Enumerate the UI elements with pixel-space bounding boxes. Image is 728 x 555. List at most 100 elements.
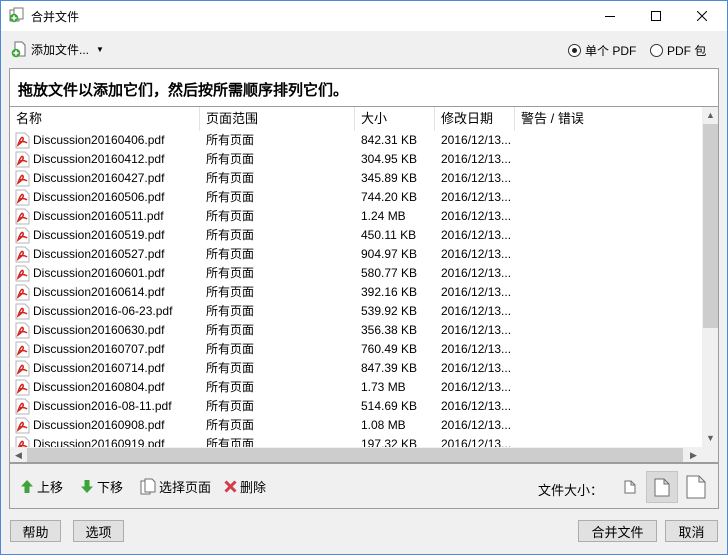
file-name: Discussion20160630.pdf: [33, 323, 165, 337]
help-button[interactable]: 帮助: [10, 520, 61, 542]
pdf-file-icon: [15, 170, 30, 187]
column-name[interactable]: 名称: [10, 107, 200, 131]
file-name: Discussion20160919.pdf: [33, 437, 165, 447]
action-bar: 上移 下移 选择页面 删除 文件大小：: [9, 463, 719, 509]
arrow-up-icon: [21, 480, 33, 493]
file-page-range: 所有页面: [206, 418, 255, 432]
move-up-label: 上移: [37, 480, 64, 495]
file-size-large-button[interactable]: [680, 471, 712, 503]
list-header: 名称 页面范围 大小 修改日期 警告 / 错误: [10, 107, 702, 131]
file-row[interactable]: Discussion20160908.pdf 所有页面 1.08 MB 2016/12…: [10, 416, 702, 435]
column-modified-date[interactable]: 修改日期: [435, 107, 515, 131]
delete-button[interactable]: 删除: [224, 477, 266, 496]
file-size: 345.89 KB: [361, 171, 418, 185]
radio-single-pdf-dot[interactable]: [568, 44, 581, 57]
move-down-button[interactable]: 下移: [80, 477, 123, 496]
move-up-button[interactable]: 上移: [20, 477, 63, 496]
file-size: 1.08 MB: [361, 418, 406, 432]
radio-pdf-package-label: PDF 包: [667, 44, 707, 58]
scroll-left-arrow-icon[interactable]: ◀: [10, 447, 27, 462]
cancel-button[interactable]: 取消: [665, 520, 718, 542]
file-size: 744.20 KB: [361, 190, 418, 204]
file-page-range: 所有页面: [206, 209, 255, 223]
select-pages-button[interactable]: 选择页面: [140, 477, 211, 496]
maximize-button[interactable]: [633, 1, 679, 31]
file-modified-date: 2016/12/13...: [441, 361, 512, 375]
file-page-range: 所有页面: [206, 323, 255, 337]
file-size-small-button[interactable]: [614, 471, 646, 503]
file-size: 847.39 KB: [361, 361, 418, 375]
file-name: Discussion20160707.pdf: [33, 342, 165, 356]
file-row[interactable]: Discussion20160511.pdf 所有页面 1.24 MB 2016/12…: [10, 207, 702, 226]
file-page-range: 所有页面: [206, 152, 255, 166]
pdf-file-icon: [15, 284, 30, 301]
delete-label: 删除: [240, 480, 267, 495]
column-warnings-errors[interactable]: 警告 / 错误: [515, 107, 702, 131]
file-row[interactable]: Discussion20160630.pdf 所有页面 356.38 KB 2016/…: [10, 321, 702, 340]
file-size: 580.77 KB: [361, 266, 418, 280]
file-size-medium-button[interactable]: [646, 471, 678, 503]
file-size: 904.97 KB: [361, 247, 418, 261]
file-row[interactable]: Discussion20160614.pdf 所有页面 392.16 KB 2016/…: [10, 283, 702, 302]
file-modified-date: 2016/12/13...: [441, 285, 512, 299]
file-page-range: 所有页面: [206, 304, 255, 318]
merge-files-window: 合并文件 添加文件... ▼ 单个 PDF PDF 包 拖放文件以添加它们，然后…: [0, 0, 728, 555]
file-row[interactable]: Discussion20160427.pdf 所有页面 345.89 KB 2016/…: [10, 169, 702, 188]
file-row[interactable]: Discussion20160519.pdf 所有页面 450.11 KB 2016/…: [10, 226, 702, 245]
file-row[interactable]: Discussion20160804.pdf 所有页面 1.73 MB 2016/12…: [10, 378, 702, 397]
file-size: 842.31 KB: [361, 133, 418, 147]
radio-single-pdf[interactable]: 单个 PDF: [568, 42, 636, 59]
pages-icon: [140, 478, 156, 495]
file-modified-date: 2016/12/13...: [441, 209, 512, 223]
scroll-right-arrow-icon[interactable]: ▶: [685, 447, 702, 462]
pdf-file-icon: [15, 208, 30, 225]
vertical-scroll-thumb[interactable]: [703, 124, 718, 328]
file-name: Discussion2016-06-23.pdf: [33, 304, 173, 318]
file-row[interactable]: Discussion20160601.pdf 所有页面 580.77 KB 2016/…: [10, 264, 702, 283]
file-row[interactable]: Discussion20160919.pdf 所有页面 197.32 KB 2016/…: [10, 435, 702, 447]
file-row[interactable]: Discussion20160412.pdf 所有页面 304.95 KB 2016/…: [10, 150, 702, 169]
medium-page-icon: [654, 478, 670, 496]
minimize-icon: [605, 16, 615, 17]
file-name: Discussion2016-08-11.pdf: [33, 399, 172, 413]
file-page-range: 所有页面: [206, 247, 255, 261]
file-list[interactable]: 名称 页面范围 大小 修改日期 警告 / 错误 Discussion201604…: [9, 106, 719, 463]
file-page-range: 所有页面: [206, 285, 255, 299]
add-files-button[interactable]: 添加文件... ▼: [11, 40, 104, 58]
title-bar[interactable]: 合并文件: [1, 1, 727, 31]
file-page-range: 所有页面: [206, 342, 255, 356]
scroll-down-arrow-icon[interactable]: ▼: [702, 430, 718, 447]
file-modified-date: 2016/12/13...: [441, 418, 512, 432]
file-name: Discussion20160804.pdf: [33, 380, 165, 394]
vertical-scrollbar[interactable]: ▲ ▼: [702, 107, 718, 447]
file-row[interactable]: Discussion2016-06-23.pdf 所有页面 539.92 KB 201…: [10, 302, 702, 321]
horizontal-scrollbar[interactable]: ◀ ▶: [10, 447, 702, 462]
file-size: 197.32 KB: [361, 437, 418, 447]
file-row[interactable]: Discussion20160714.pdf 所有页面 847.39 KB 2016/…: [10, 359, 702, 378]
scroll-up-arrow-icon[interactable]: ▲: [702, 107, 718, 124]
minimize-button[interactable]: [587, 1, 633, 31]
column-page-range[interactable]: 页面范围: [200, 107, 355, 131]
horizontal-scroll-thumb[interactable]: [27, 448, 683, 462]
file-row[interactable]: Discussion20160527.pdf 所有页面 904.97 KB 2016/…: [10, 245, 702, 264]
file-name: Discussion20160714.pdf: [33, 361, 165, 375]
file-page-range: 所有页面: [206, 380, 255, 394]
file-row[interactable]: Discussion20160406.pdf 所有页面 842.31 KB 2016/…: [10, 131, 702, 150]
radio-pdf-package-dot[interactable]: [650, 44, 663, 57]
file-name: Discussion20160519.pdf: [33, 228, 165, 242]
column-size[interactable]: 大小: [355, 107, 435, 131]
merge-files-button[interactable]: 合并文件: [578, 520, 657, 542]
file-size: 514.69 KB: [361, 399, 418, 413]
file-modified-date: 2016/12/13...: [441, 304, 512, 318]
file-row[interactable]: Discussion20160506.pdf 所有页面 744.20 KB 2016/…: [10, 188, 702, 207]
close-button[interactable]: [679, 1, 725, 31]
file-page-range: 所有页面: [206, 133, 255, 147]
radio-pdf-package[interactable]: PDF 包: [650, 42, 706, 59]
dropdown-caret-icon[interactable]: ▼: [96, 45, 104, 54]
file-row[interactable]: Discussion20160707.pdf 所有页面 760.49 KB 2016/…: [10, 340, 702, 359]
large-page-icon: [686, 475, 706, 499]
file-row[interactable]: Discussion2016-08-11.pdf 所有页面 514.69 KB 201…: [10, 397, 702, 416]
pdf-file-icon: [15, 341, 30, 358]
pdf-file-icon: [15, 151, 30, 168]
options-button[interactable]: 选项: [73, 520, 124, 542]
